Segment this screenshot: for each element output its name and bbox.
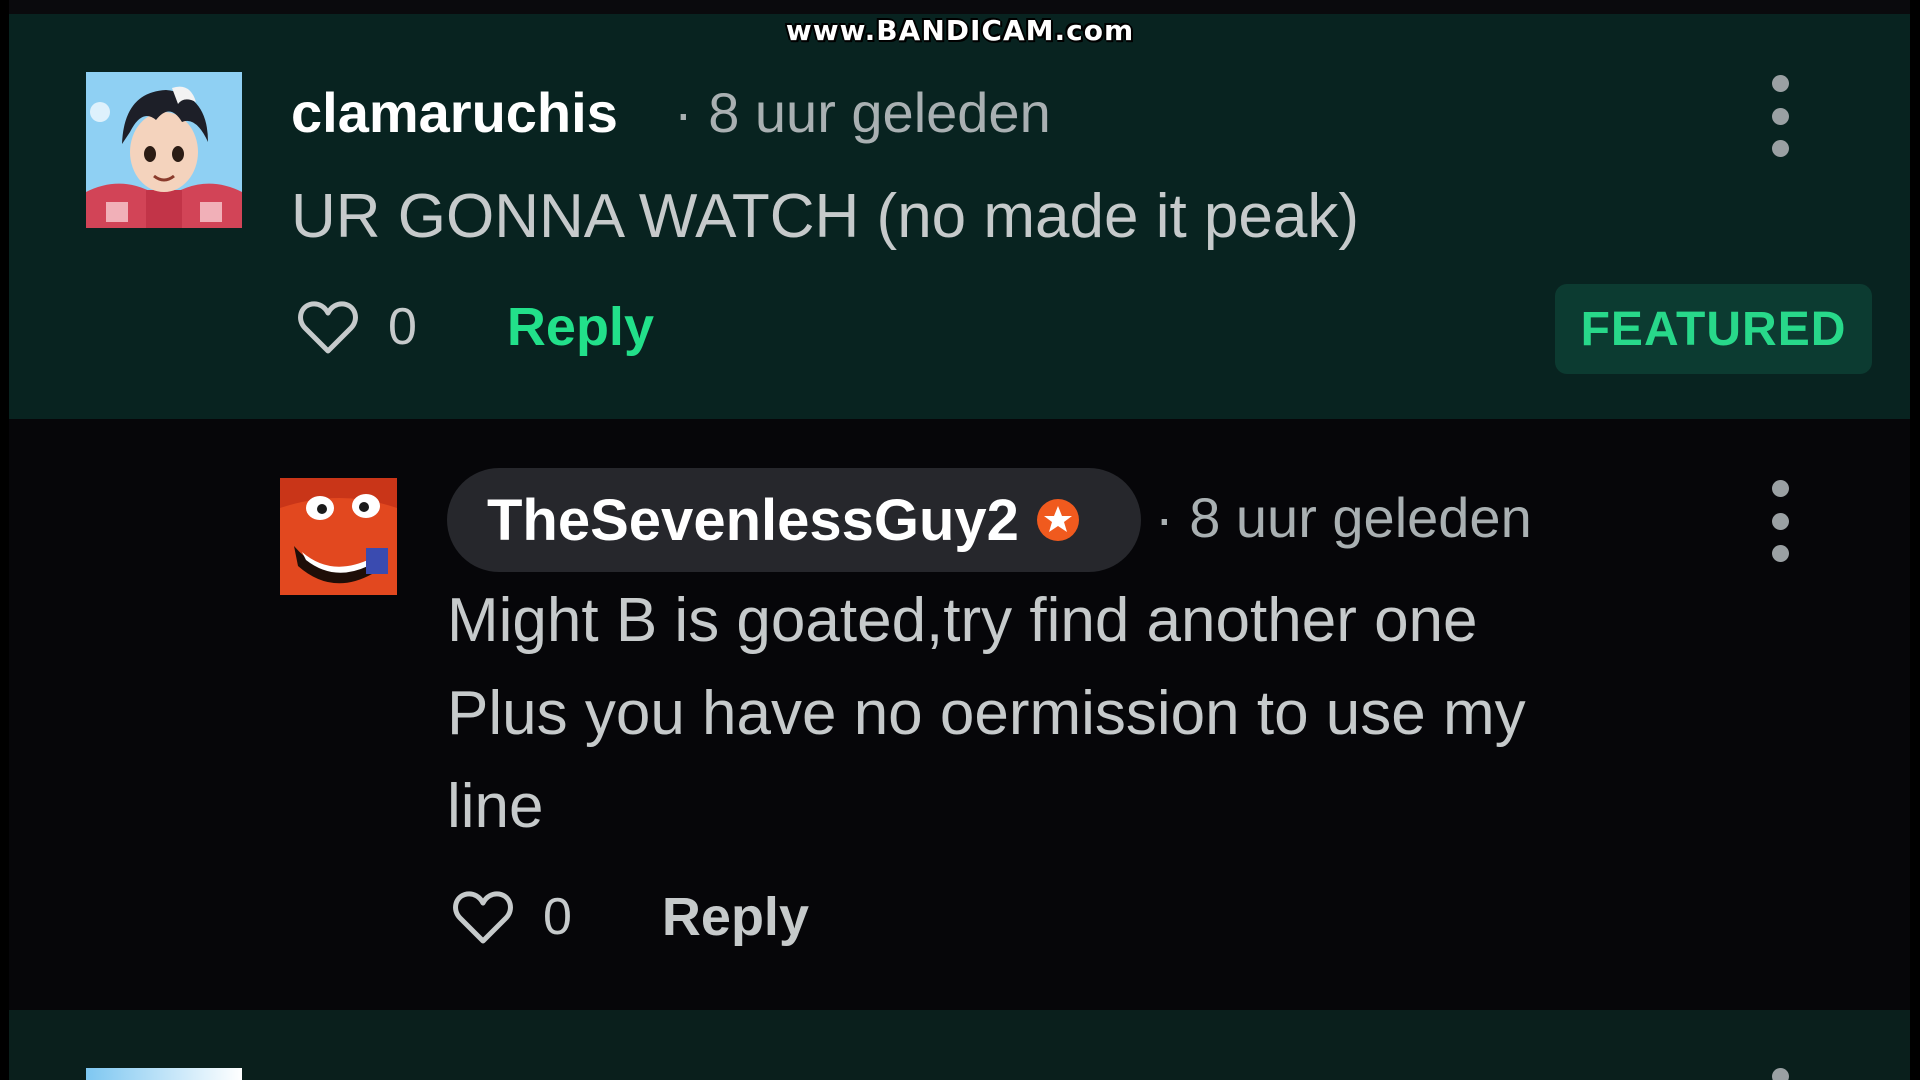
timestamp: · 8 uur geleden: [1155, 486, 1532, 549]
comment-text-line: line: [447, 772, 544, 841]
anime-boy-avatar[interactable]: [86, 72, 242, 228]
comment-actions: 0 Reply: [453, 886, 809, 948]
more-vertical-icon[interactable]: [1770, 1068, 1790, 1080]
username[interactable]: TheSevenlessGuy2: [487, 487, 1019, 554]
star-badge-icon: [1036, 499, 1079, 541]
more-vertical-icon[interactable]: [1770, 480, 1790, 562]
comments-screen: clamaruchis · 8 uur geleden UR GONNA WAT…: [0, 0, 1920, 1080]
orange-cartoon-avatar[interactable]: [280, 478, 397, 595]
like-count: 0: [388, 298, 417, 356]
left-edge: [0, 0, 9, 1080]
reply-button[interactable]: Reply: [507, 296, 654, 358]
timestamp: · 8 uur geleden: [674, 81, 1051, 144]
username-pill[interactable]: TheSevenlessGuy2: [447, 468, 1141, 572]
next-comment: [9, 1010, 1910, 1080]
featured-badge: FEATURED: [1555, 284, 1872, 374]
heart-icon[interactable]: [453, 889, 513, 945]
comment-text-line: Plus you have no oermission to use my: [447, 679, 1526, 748]
username[interactable]: clamaruchis: [291, 80, 618, 145]
comment-text-line: Might B is goated,try find another one: [447, 586, 1478, 655]
next-comment-avatar[interactable]: [86, 1068, 242, 1080]
top-bar: [0, 0, 1920, 14]
recorder-watermark: www.BANDICAM.com: [785, 14, 1135, 47]
more-vertical-icon[interactable]: [1770, 75, 1790, 157]
heart-icon[interactable]: [298, 299, 358, 355]
right-edge: [1910, 0, 1920, 1080]
reply-button[interactable]: Reply: [662, 886, 809, 948]
comment-text: Might B is goated,try find another one P…: [447, 574, 1827, 853]
comment-actions: 0 Reply: [298, 296, 654, 358]
like-count: 0: [543, 888, 572, 946]
comment-text: UR GONNA WATCH (no made it peak): [291, 182, 1360, 251]
